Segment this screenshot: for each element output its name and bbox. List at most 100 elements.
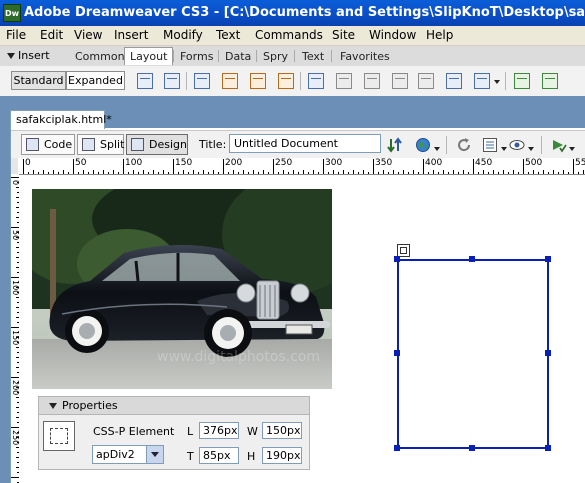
- ruler-tick: [458, 172, 459, 174]
- validate-markup-icon[interactable]: [551, 137, 567, 153]
- resize-handle-s[interactable]: [469, 445, 475, 451]
- chevron-down-icon[interactable]: [146, 446, 163, 463]
- ruler-tick: [158, 172, 159, 174]
- dreamweaver-app-icon[interactable]: Dw: [3, 4, 21, 22]
- ruler-tick: [308, 172, 309, 174]
- ruler-tick: [93, 170, 94, 174]
- tab-data[interactable]: Data: [225, 50, 251, 63]
- properties-header[interactable]: Properties: [39, 397, 309, 415]
- iframe-icon[interactable]: [392, 73, 408, 89]
- element-id-select[interactable]: apDiv2: [92, 445, 164, 464]
- menu-window[interactable]: Window: [369, 28, 416, 42]
- code-view-button[interactable]: Code: [21, 134, 75, 155]
- file-management-icon[interactable]: [387, 137, 403, 153]
- menu-modify[interactable]: Modify: [163, 28, 203, 42]
- resize-handle-n[interactable]: [469, 256, 475, 262]
- ruler-tick: [98, 172, 99, 174]
- document-tab[interactable]: safakciplak.html*: [10, 110, 112, 129]
- preview-globe-icon[interactable]: [415, 137, 431, 153]
- chevron-down-icon[interactable]: [569, 147, 575, 151]
- table-icon[interactable]: [137, 73, 153, 89]
- resize-handle-sw[interactable]: [394, 445, 400, 451]
- ruler-tick: [253, 170, 254, 174]
- menu-commands[interactable]: Commands: [255, 28, 323, 42]
- split-view-button[interactable]: Split: [77, 134, 124, 155]
- draw-layer-icon[interactable]: [164, 73, 180, 89]
- chevron-down-icon[interactable]: [528, 147, 534, 151]
- frames-icon[interactable]: [364, 73, 380, 89]
- ruler-tick: [393, 170, 394, 174]
- menu-help[interactable]: Help: [426, 28, 453, 42]
- ruler-label: 150: [11, 330, 20, 346]
- menu-edit[interactable]: Edit: [40, 28, 63, 42]
- design-view-button[interactable]: Design: [126, 134, 188, 155]
- spry-tabbed-icon[interactable]: [542, 73, 558, 89]
- ruler-tick: [243, 170, 244, 174]
- ruler-tick: [273, 159, 274, 174]
- ruler-label: 250: [275, 158, 293, 168]
- menu-text[interactable]: Text: [216, 28, 240, 42]
- resize-handle-w[interactable]: [394, 350, 400, 356]
- properties-title: Properties: [62, 399, 118, 412]
- ruler-tick: [328, 172, 329, 174]
- collapse-triangle-icon[interactable]: [7, 53, 15, 59]
- ruler-tick: [288, 172, 289, 174]
- resize-handle-nw[interactable]: [394, 256, 400, 262]
- resize-handle-ne[interactable]: [545, 256, 551, 262]
- spry-panels-icon[interactable]: [514, 73, 530, 89]
- ruler-tick: [223, 159, 224, 174]
- menu-site[interactable]: Site: [332, 28, 355, 42]
- collapse-triangle-icon[interactable]: [49, 403, 57, 409]
- left-field[interactable]: 376px: [199, 422, 239, 439]
- tab-favorites[interactable]: Favorites: [340, 50, 390, 63]
- insert-ap-div-icon[interactable]: [222, 73, 238, 89]
- insert-bar-label[interactable]: Insert: [18, 49, 50, 62]
- width-field[interactable]: 150px: [262, 422, 302, 439]
- ruler-tick: [463, 170, 464, 174]
- ruler-label: 250: [11, 430, 20, 446]
- resize-handle-e[interactable]: [545, 350, 551, 356]
- standard-mode-button[interactable]: Standard: [11, 71, 66, 90]
- spry-menu-icon[interactable]: [418, 73, 434, 89]
- tab-layout[interactable]: Layout: [124, 47, 174, 65]
- height-field[interactable]: 190px: [262, 447, 302, 464]
- chevron-down-icon[interactable]: [501, 147, 507, 151]
- insert-div-icon[interactable]: [194, 73, 210, 89]
- ruler-tick: [318, 172, 319, 174]
- ruler-tick: [488, 172, 489, 174]
- insert-column-right-icon[interactable]: [336, 73, 352, 89]
- menu-view[interactable]: View: [74, 28, 102, 42]
- refresh-icon[interactable]: [456, 137, 472, 153]
- document-title-input[interactable]: [229, 134, 381, 153]
- tab-spry[interactable]: Spry: [263, 50, 288, 63]
- ruler-tick: [333, 170, 334, 174]
- ruler-tick: [178, 172, 179, 174]
- top-field[interactable]: 85px: [199, 447, 239, 464]
- left-label: L: [187, 425, 194, 438]
- expanded-mode-button[interactable]: Expanded: [66, 71, 125, 90]
- menu-file[interactable]: File: [6, 28, 26, 42]
- view-options-icon[interactable]: [482, 137, 498, 153]
- resize-handle-se[interactable]: [545, 445, 551, 451]
- tab-forms[interactable]: Forms: [180, 50, 213, 63]
- chevron-down-icon[interactable]: [494, 80, 500, 84]
- ruler-tick: [103, 170, 104, 174]
- visual-aids-icon[interactable]: [509, 137, 525, 153]
- insert-row-below-icon[interactable]: [278, 73, 294, 89]
- insert-row-above-icon[interactable]: [250, 73, 266, 89]
- ruler-tick: [168, 172, 169, 174]
- window-titlebar: Dw Adobe Dreamweaver CS3 - [C:\Documents…: [0, 0, 585, 26]
- insert-column-left-icon[interactable]: [308, 73, 324, 89]
- ap-div-box[interactable]: [397, 259, 549, 449]
- tab-divider: [256, 50, 257, 62]
- ruler-tick: [408, 172, 409, 174]
- chevron-down-icon[interactable]: [434, 147, 440, 151]
- car-photo[interactable]: www.digitalphotos.com: [32, 189, 332, 389]
- horizontal-ruler[interactable]: 0 50 100 150 200 250 300 350 400 450 500 550: [18, 158, 585, 175]
- tab-common[interactable]: Common: [75, 50, 125, 63]
- layout-box-icon[interactable]: [446, 73, 462, 89]
- menu-insert[interactable]: Insert: [114, 28, 148, 42]
- frames-dropdown-icon[interactable]: [474, 73, 490, 89]
- tab-text[interactable]: Text: [302, 50, 324, 63]
- ruler-tick: [448, 172, 449, 174]
